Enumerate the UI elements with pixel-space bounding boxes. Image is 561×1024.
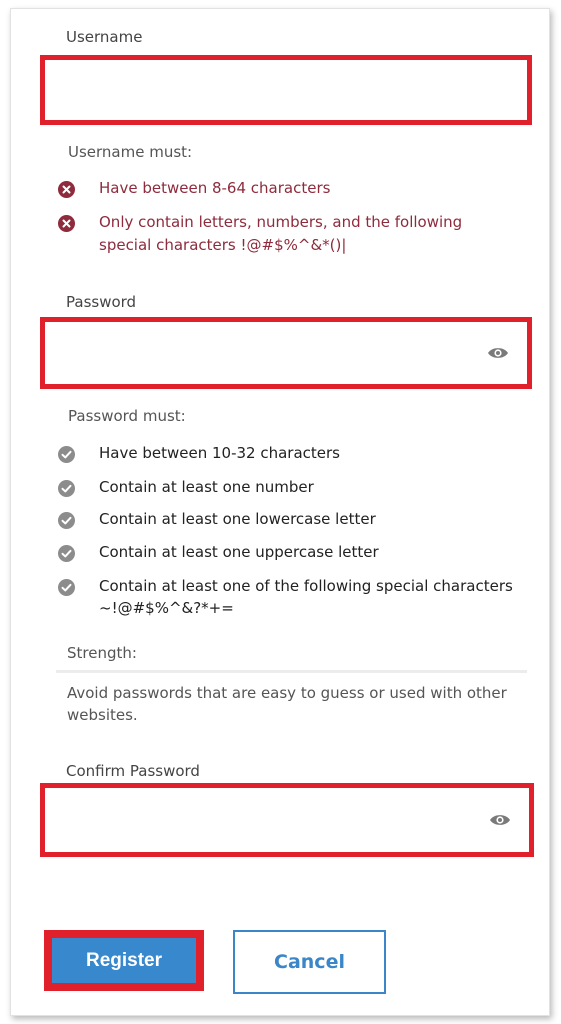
cancel-button[interactable]: Cancel bbox=[233, 930, 386, 994]
username-field-container bbox=[40, 55, 532, 125]
password-advice-line-2: websites. bbox=[67, 706, 138, 724]
username-rule-characters: Only contain letters, numbers, and the f… bbox=[99, 213, 463, 231]
check-circle-icon bbox=[58, 545, 75, 562]
password-rules-title: Password must: bbox=[68, 407, 186, 425]
check-circle-icon bbox=[58, 579, 75, 596]
password-rule-length: Have between 10-32 characters bbox=[99, 444, 340, 462]
username-input[interactable] bbox=[51, 64, 487, 116]
eye-icon[interactable] bbox=[487, 345, 509, 361]
password-field-container bbox=[40, 317, 532, 389]
password-input[interactable] bbox=[51, 326, 487, 380]
password-label: Password bbox=[66, 293, 137, 311]
confirm-password-label: Confirm Password bbox=[66, 762, 200, 780]
username-rule-characters-cont: special characters !@#$%^&*()| bbox=[99, 236, 347, 254]
username-rule-length: Have between 8-64 characters bbox=[99, 179, 331, 197]
register-button[interactable]: Register bbox=[44, 930, 204, 991]
username-rules-title: Username must: bbox=[68, 143, 193, 161]
register-button-label: Register bbox=[52, 938, 196, 983]
password-rule-special-chars: ~!@#$%^&?*+= bbox=[99, 599, 234, 617]
password-rule-uppercase: Contain at least one uppercase letter bbox=[99, 543, 379, 561]
check-circle-icon bbox=[58, 480, 75, 497]
password-advice-line-1: Avoid passwords that are easy to guess o… bbox=[67, 684, 507, 702]
password-rule-special: Contain at least one of the following sp… bbox=[99, 577, 513, 595]
password-rule-number: Contain at least one number bbox=[99, 478, 314, 496]
eye-icon[interactable] bbox=[489, 812, 511, 828]
confirm-password-field-container bbox=[40, 783, 534, 857]
username-label: Username bbox=[66, 28, 143, 46]
check-circle-icon bbox=[58, 512, 75, 529]
strength-meter bbox=[56, 670, 527, 673]
strength-label: Strength: bbox=[67, 644, 137, 662]
confirm-password-input[interactable] bbox=[51, 792, 489, 848]
x-circle-icon bbox=[58, 181, 75, 198]
x-circle-icon bbox=[58, 215, 75, 232]
password-rule-lowercase: Contain at least one lowercase letter bbox=[99, 510, 376, 528]
check-circle-icon bbox=[58, 446, 75, 463]
